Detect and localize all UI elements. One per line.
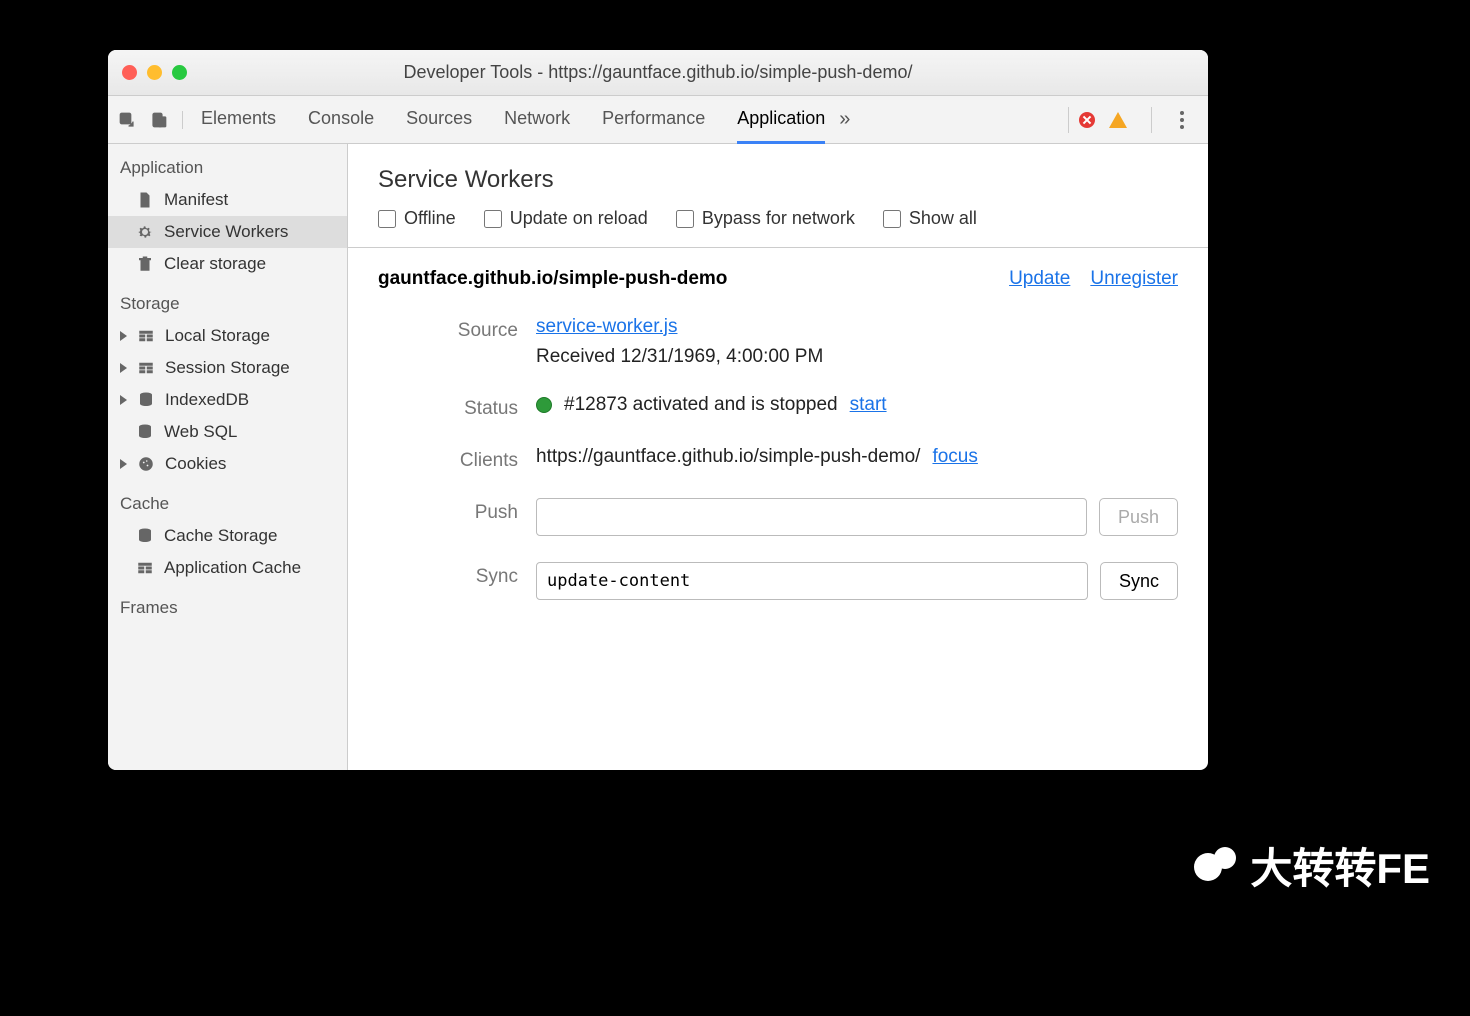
sidebar-item-label: Web SQL [164, 422, 237, 442]
tab-network[interactable]: Network [504, 96, 570, 144]
option-bypass-for-network[interactable]: Bypass for network [676, 208, 855, 229]
tab-performance[interactable]: Performance [602, 96, 705, 144]
tab-elements[interactable]: Elements [201, 96, 276, 144]
sidebar-item-local-storage[interactable]: Local Storage [108, 320, 347, 352]
source-label: Source [378, 316, 518, 342]
checkbox[interactable] [676, 210, 694, 228]
sidebar-item-label: Session Storage [165, 358, 290, 378]
application-sidebar: Application Manifest Service Workers Clear … [108, 144, 348, 770]
push-button[interactable]: Push [1099, 498, 1178, 536]
settings-menu-icon[interactable] [1176, 107, 1188, 133]
tabbar: Elements Console Sources Network Performance… [108, 96, 1208, 144]
window-title: Developer Tools - https://gauntface.gith… [122, 62, 1194, 83]
client-focus-link[interactable]: focus [932, 446, 977, 468]
close-window-button[interactable] [122, 65, 137, 80]
sidebar-item-label: IndexedDB [165, 390, 249, 410]
sidebar-item-label: Local Storage [165, 326, 270, 346]
panel-title: Service Workers [348, 144, 1208, 208]
sync-input[interactable] [536, 562, 1088, 600]
wechat-icon [1194, 843, 1240, 889]
status-label: Status [378, 394, 518, 420]
sidebar-item-clear-storage[interactable]: Clear storage [108, 248, 347, 280]
warnings-icon[interactable] [1109, 112, 1127, 128]
tab-console[interactable]: Console [308, 96, 374, 144]
tab-application[interactable]: Application [737, 96, 825, 144]
status-start-link[interactable]: start [850, 394, 887, 416]
sidebar-item-indexeddb[interactable]: IndexedDB [108, 384, 347, 416]
client-url: https://gauntface.github.io/simple-push-… [536, 446, 920, 468]
panel-options: Offline Update on reload Bypass for networ… [348, 208, 1208, 248]
sidebar-item-label: Cache Storage [164, 526, 277, 546]
more-tabs-icon[interactable]: » [839, 108, 850, 131]
option-show-all[interactable]: Show all [883, 208, 977, 229]
gear-icon [136, 223, 154, 241]
expand-icon [120, 395, 127, 405]
expand-icon [120, 331, 127, 341]
db-icon [136, 423, 154, 441]
expand-icon [120, 363, 127, 373]
push-input[interactable] [536, 498, 1087, 536]
sidebar-item-label: Clear storage [164, 254, 266, 274]
sidebar-item-application-cache[interactable]: Application Cache [108, 552, 347, 584]
service-workers-panel: Service Workers Offline Update on reload B… [348, 144, 1208, 770]
device-toolbar-icon[interactable] [150, 111, 168, 129]
sidebar-item-session-storage[interactable]: Session Storage [108, 352, 347, 384]
status-indicator-icon [536, 397, 552, 413]
inspect-element-icon[interactable] [118, 111, 136, 129]
checkbox[interactable] [484, 210, 502, 228]
sidebar-item-cache-storage[interactable]: Cache Storage [108, 520, 347, 552]
errors-icon[interactable] [1079, 112, 1095, 128]
sidebar-item-label: Application Cache [164, 558, 301, 578]
option-update-on-reload[interactable]: Update on reload [484, 208, 648, 229]
table-icon [137, 359, 155, 377]
minimize-window-button[interactable] [147, 65, 162, 80]
source-file-link[interactable]: service-worker.js [536, 316, 1178, 338]
checkbox[interactable] [378, 210, 396, 228]
trash-icon [136, 255, 154, 273]
sidebar-group-storage: Storage [108, 280, 347, 320]
sidebar-item-web-sql[interactable]: Web SQL [108, 416, 347, 448]
source-received: Received 12/31/1969, 4:00:00 PM [536, 346, 1178, 368]
sidebar-item-cookies[interactable]: Cookies [108, 448, 347, 480]
sync-button[interactable]: Sync [1100, 562, 1178, 600]
sidebar-item-label: Service Workers [164, 222, 288, 242]
sidebar-item-manifest[interactable]: Manifest [108, 184, 347, 216]
sidebar-group-application: Application [108, 144, 347, 184]
file-icon [136, 191, 154, 209]
sidebar-group-cache: Cache [108, 480, 347, 520]
devtools-window: Developer Tools - https://gauntface.gith… [108, 50, 1208, 770]
zoom-window-button[interactable] [172, 65, 187, 80]
cookie-icon [137, 455, 155, 473]
sidebar-item-label: Cookies [165, 454, 226, 474]
option-label: Show all [909, 208, 977, 229]
sidebar-item-service-workers[interactable]: Service Workers [108, 216, 347, 248]
option-label: Offline [404, 208, 456, 229]
option-label: Update on reload [510, 208, 648, 229]
checkbox[interactable] [883, 210, 901, 228]
option-label: Bypass for network [702, 208, 855, 229]
sidebar-group-frames: Frames [108, 584, 347, 624]
expand-icon [120, 459, 127, 469]
status-text: #12873 activated and is stopped [564, 394, 838, 416]
watermark: 大转转FE [1194, 835, 1430, 896]
table-icon [137, 327, 155, 345]
panel-tabs: Elements Console Sources Network Performance… [201, 96, 825, 144]
db-icon [136, 527, 154, 545]
tab-sources[interactable]: Sources [406, 96, 472, 144]
unregister-link[interactable]: Unregister [1090, 268, 1178, 290]
option-offline[interactable]: Offline [378, 208, 456, 229]
push-label: Push [378, 498, 518, 524]
titlebar: Developer Tools - https://gauntface.gith… [108, 50, 1208, 96]
table-icon [136, 559, 154, 577]
sw-scope: gauntface.github.io/simple-push-demo [378, 268, 727, 290]
sync-label: Sync [378, 562, 518, 588]
traffic-lights [122, 65, 187, 80]
clients-label: Clients [378, 446, 518, 472]
db-icon [137, 391, 155, 409]
sidebar-item-label: Manifest [164, 190, 228, 210]
update-link[interactable]: Update [1009, 268, 1070, 290]
